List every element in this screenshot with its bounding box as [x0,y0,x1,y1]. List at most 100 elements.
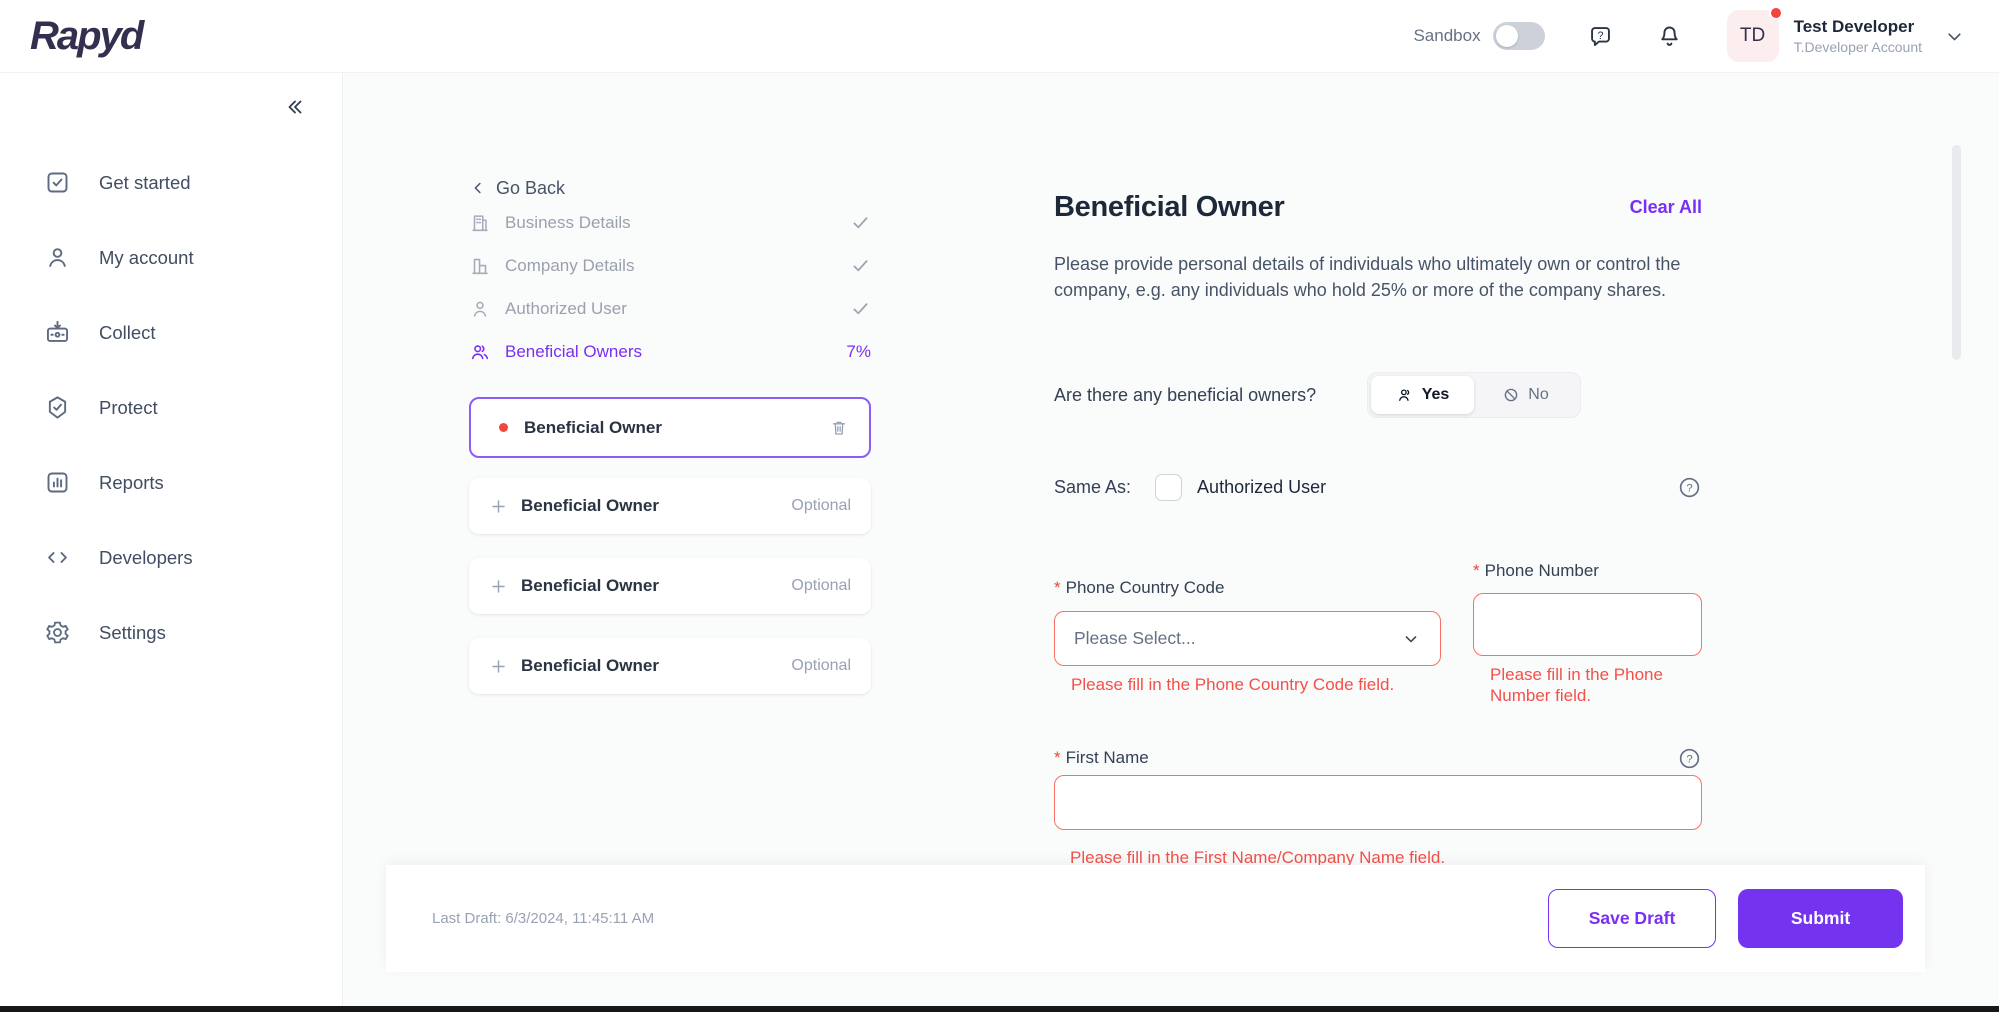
go-back-label: Go Back [496,178,565,199]
checkbox-check-icon [44,169,71,196]
required-marker: * [1473,561,1480,581]
help-chat-icon[interactable]: ? [1587,23,1614,50]
user-avatar[interactable]: TD [1727,10,1779,62]
step-progress: 7% [846,342,871,362]
rapyd-logo: Rapyd [30,14,142,59]
card-label: Beneficial Owner [521,496,659,516]
sidebar: Get started My account Collect Protect [0,73,343,1012]
beneficial-owner-card-add[interactable]: Beneficial Owner Optional [469,478,871,534]
scrollbar-thumb[interactable] [1952,145,1961,360]
sandbox-toggle-knob [1496,25,1518,47]
svg-text:?: ? [1597,29,1603,41]
sidebar-item-my-account[interactable]: My account [0,220,342,295]
optional-tag: Optional [791,497,851,515]
no-option[interactable]: No [1474,376,1577,414]
step-authorized-user[interactable]: Authorized User [469,287,871,330]
step-label: Business Details [505,213,631,233]
phone-number-input[interactable] [1473,593,1702,656]
sidebar-item-get-started[interactable]: Get started [0,145,342,220]
yes-label: Yes [1422,386,1450,404]
top-header: Rapyd Sandbox ? TD Test Developer T.Deve… [0,0,1999,73]
clear-all-link[interactable]: Clear All [1630,197,1702,218]
sidebar-item-label: Collect [99,322,156,344]
first-name-input[interactable] [1054,775,1702,830]
owners-question-label: Are there any beneficial owners? [1054,385,1316,406]
required-marker: * [1054,748,1061,768]
gear-icon [44,619,71,646]
svg-text:?: ? [1686,753,1692,765]
building-icon [469,212,491,234]
no-label: No [1528,386,1548,404]
sandbox-label: Sandbox [1413,26,1480,46]
beneficial-owner-card-selected[interactable]: Beneficial Owner [469,397,871,458]
phone-country-code-select[interactable]: Please Select... [1054,611,1441,666]
phone-number-error: Please fill in the Phone Number field. [1490,664,1702,707]
same-as-label: Same As: [1054,477,1131,498]
phone-country-code-field: * Phone Country Code Please Select... Pl… [1054,578,1441,695]
yes-option[interactable]: Yes [1371,376,1474,414]
user-info[interactable]: Test Developer T.Developer Account [1794,16,1922,57]
first-name-label: First Name [1066,748,1149,768]
user-icon [469,298,491,320]
card-label: Beneficial Owner [521,656,659,676]
sidebar-item-protect[interactable]: Protect [0,370,342,445]
check-icon [850,212,871,233]
onboarding-steps: Business Details Company Details Authori [469,201,871,373]
svg-text:?: ? [1686,482,1692,494]
chevron-left-icon [469,179,487,197]
sandbox-toggle[interactable] [1493,22,1545,50]
card-label: Beneficial Owner [521,576,659,596]
sidebar-item-reports[interactable]: Reports [0,445,342,520]
optional-tag: Optional [791,657,851,675]
step-label: Company Details [505,256,634,276]
go-back-link[interactable]: Go Back [469,173,565,203]
sidebar-item-label: Settings [99,622,166,644]
submit-button[interactable]: Submit [1738,889,1903,948]
main-content: Go Back Business Details Company Details [343,73,1999,1012]
shield-check-icon [44,394,71,421]
header-right: Sandbox ? TD Test Developer T.Developer … [1413,10,1965,62]
sidebar-item-label: Reports [99,472,164,494]
select-placeholder: Please Select... [1074,628,1196,649]
step-label: Authorized User [505,299,627,319]
user-name: Test Developer [1794,16,1922,37]
page-title: Beneficial Owner [1054,191,1285,224]
sidebar-item-collect[interactable]: Collect [0,295,342,370]
sidebar-item-settings[interactable]: Settings [0,595,342,670]
user-icon [1396,386,1414,404]
same-as-checkbox[interactable] [1155,474,1182,501]
plus-icon [489,577,508,596]
incomplete-dot [499,423,508,432]
chevron-down-icon [1401,629,1421,649]
beneficial-owner-card-add[interactable]: Beneficial Owner Optional [469,558,871,614]
last-draft-timestamp: Last Draft: 6/3/2024, 11:45:11 AM [432,910,654,927]
card-deposit-icon [44,319,71,346]
first-name-label-row: * First Name ? [1054,745,1702,771]
authorized-user-label: Authorized User [1197,477,1326,498]
sidebar-item-label: Developers [99,547,193,569]
user-icon [44,244,71,271]
plus-icon [489,657,508,676]
yes-no-segmented-control: Yes No [1367,372,1581,418]
window-bottom-edge [0,1006,1999,1012]
trash-icon[interactable] [829,418,849,438]
notifications-bell-icon[interactable] [1656,23,1683,50]
bar-chart-icon [44,469,71,496]
sidebar-item-developers[interactable]: Developers [0,520,342,595]
save-draft-button[interactable]: Save Draft [1548,889,1716,948]
form-description: Please provide personal details of indiv… [1054,251,1696,303]
step-beneficial-owners[interactable]: Beneficial Owners 7% [469,330,871,373]
sidebar-collapse-icon[interactable] [282,95,306,119]
beneficial-owner-card-add[interactable]: Beneficial Owner Optional [469,638,871,694]
step-company-details[interactable]: Company Details [469,244,871,287]
phone-country-code-label: Phone Country Code [1066,578,1225,598]
users-icon [469,341,491,363]
phone-number-field: * Phone Number Please fill in the Phone … [1473,561,1702,707]
question-circle-icon[interactable]: ? [1677,475,1702,500]
notification-dot [1769,6,1783,20]
owners-question-row: Are there any beneficial owners? Yes No [1054,372,1581,418]
step-business-details[interactable]: Business Details [469,201,871,244]
app-shell: Get started My account Collect Protect [0,73,1999,1012]
question-circle-icon[interactable]: ? [1677,746,1702,771]
chevron-down-icon[interactable] [1944,26,1965,47]
